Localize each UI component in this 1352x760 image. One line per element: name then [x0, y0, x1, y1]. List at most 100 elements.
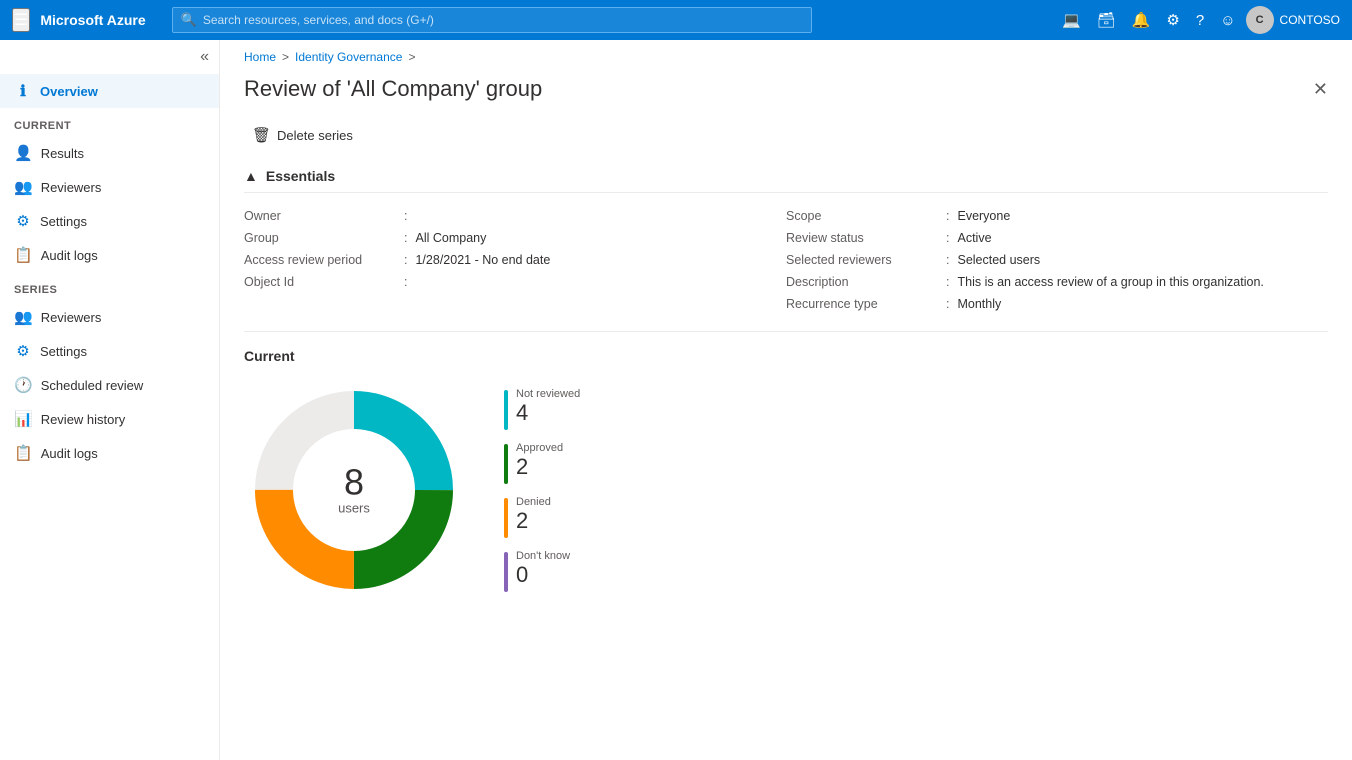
search-input[interactable]: [203, 13, 803, 27]
object-id-label: Object Id: [244, 275, 404, 289]
description-value: This is an access review of a group in t…: [957, 275, 1263, 289]
chart-legend: Not reviewed 4 Approved 2: [504, 388, 580, 592]
audit-logs-icon: 📋: [14, 246, 33, 264]
sidebar: « ℹ Overview Current 👤 Results 👥 Reviewe…: [0, 40, 220, 760]
selected-reviewers-sep: :: [946, 253, 949, 267]
group-sep: :: [404, 231, 407, 245]
sidebar-item-results[interactable]: 👤 Results: [0, 136, 219, 170]
topnav-icon-group: 💻 🗃 🔔 ⚙ ? ☺ C CONTOSO: [1056, 5, 1340, 35]
owner-label: Owner: [244, 209, 404, 223]
series-audit-logs-icon: 📋: [14, 444, 33, 462]
approved-bar: [504, 444, 508, 484]
sidebar-item-scheduled-review[interactable]: 🕐 Scheduled review: [0, 368, 219, 402]
help-button[interactable]: ?: [1190, 6, 1210, 35]
dont-know-value: 0: [516, 564, 570, 586]
sidebar-item-audit-logs[interactable]: 📋 Audit logs: [0, 238, 219, 272]
search-bar: 🔍: [172, 7, 812, 33]
essentials-grid: Owner : Group : All Company Access revie…: [244, 205, 1328, 315]
breadcrumb-identity-governance[interactable]: Identity Governance: [295, 50, 402, 64]
scope-label: Scope: [786, 209, 946, 223]
essentials-recurrence-type-row: Recurrence type : Monthly: [786, 293, 1328, 315]
essentials-header[interactable]: ▲ Essentials: [244, 160, 1328, 193]
essentials-description-row: Description : This is an access review o…: [786, 271, 1328, 293]
section-divider: [244, 331, 1328, 332]
sidebar-item-review-history-label: Review history: [41, 412, 126, 427]
description-label: Description: [786, 275, 946, 289]
scheduled-review-icon: 🕐: [14, 376, 33, 394]
access-review-period-value: 1/28/2021 - No end date: [415, 253, 550, 267]
approved-value: 2: [516, 456, 563, 478]
sidebar-item-series-settings-label: Settings: [40, 344, 87, 359]
dont-know-label: Don't know: [516, 550, 570, 562]
page-header: Review of 'All Company' group ✕: [220, 68, 1352, 118]
dont-know-content: Don't know 0: [516, 550, 570, 586]
top-navigation: ☰ Microsoft Azure 🔍 💻 🗃 🔔 ⚙ ? ☺ C CONTOS…: [0, 0, 1352, 40]
delete-series-button[interactable]: 🗑 Delete series: [244, 122, 361, 148]
current-section: Current: [220, 348, 1352, 600]
review-status-label: Review status: [786, 231, 946, 245]
access-review-period-sep: :: [404, 253, 407, 267]
sidebar-item-audit-logs-label: Audit logs: [41, 248, 98, 263]
chart-area: 8 users Not reviewed 4: [244, 380, 1328, 600]
approved-content: Approved 2: [516, 442, 563, 478]
review-status-value: Active: [957, 231, 991, 245]
page-title: Review of 'All Company' group: [244, 76, 542, 102]
sidebar-item-settings[interactable]: ⚙ Settings: [0, 204, 219, 238]
settings-button[interactable]: ⚙: [1160, 5, 1185, 35]
legend-dont-know: Don't know 0: [504, 550, 580, 592]
user-menu[interactable]: C CONTOSO: [1246, 6, 1340, 34]
review-status-sep: :: [946, 231, 949, 245]
feedback-button[interactable]: ☺: [1214, 6, 1241, 35]
scope-value: Everyone: [957, 209, 1010, 223]
group-label: Group: [244, 231, 404, 245]
settings-icon: ⚙: [14, 212, 32, 230]
sidebar-item-review-history[interactable]: 📊 Review history: [0, 402, 219, 436]
close-button[interactable]: ✕: [1313, 79, 1328, 100]
sidebar-item-overview[interactable]: ℹ Overview: [0, 74, 219, 108]
legend-approved: Approved 2: [504, 442, 580, 484]
sidebar-item-reviewers[interactable]: 👥 Reviewers: [0, 170, 219, 204]
not-reviewed-content: Not reviewed 4: [516, 388, 580, 424]
sidebar-current-section-label: Current: [0, 108, 219, 136]
sidebar-collapse-button[interactable]: «: [0, 40, 219, 74]
denied-label: Denied: [516, 496, 551, 508]
group-value: All Company: [415, 231, 486, 245]
results-icon: 👤: [14, 144, 33, 162]
access-review-period-label: Access review period: [244, 253, 404, 267]
notifications-button[interactable]: 🔔: [1126, 5, 1157, 35]
sidebar-item-series-reviewers[interactable]: 👥 Reviewers: [0, 300, 219, 334]
denied-content: Denied 2: [516, 496, 551, 532]
not-reviewed-value: 4: [516, 402, 580, 424]
breadcrumb-sep-1: >: [282, 50, 289, 64]
legend-not-reviewed: Not reviewed 4: [504, 388, 580, 430]
scope-sep: :: [946, 209, 949, 223]
donut-chart: 8 users: [244, 380, 464, 600]
recurrence-type-value: Monthly: [957, 297, 1001, 311]
sidebar-item-series-audit-logs-label: Audit logs: [41, 446, 98, 461]
sidebar-item-series-audit-logs[interactable]: 📋 Audit logs: [0, 436, 219, 470]
sidebar-item-series-settings[interactable]: ⚙ Settings: [0, 334, 219, 368]
selected-reviewers-value: Selected users: [957, 253, 1040, 267]
essentials-review-status-row: Review status : Active: [786, 227, 1328, 249]
directory-button[interactable]: 🗃: [1091, 5, 1122, 35]
essentials-right-col: Scope : Everyone Review status : Active …: [786, 205, 1328, 315]
essentials-group-row: Group : All Company: [244, 227, 786, 249]
reviewers-icon: 👥: [14, 178, 33, 196]
sidebar-series-section-label: Series: [0, 272, 219, 300]
essentials-section: ▲ Essentials Owner : Group : All Company: [220, 160, 1352, 315]
series-settings-icon: ⚙: [14, 342, 32, 360]
sidebar-item-results-label: Results: [41, 146, 84, 161]
hamburger-menu-button[interactable]: ☰: [12, 8, 30, 32]
denied-value: 2: [516, 510, 551, 532]
sidebar-item-overview-label: Overview: [40, 84, 98, 99]
sidebar-item-settings-label: Settings: [40, 214, 87, 229]
info-icon: ℹ: [14, 82, 32, 100]
essentials-left-col: Owner : Group : All Company Access revie…: [244, 205, 786, 315]
breadcrumb-home[interactable]: Home: [244, 50, 276, 64]
cloud-shell-button[interactable]: 💻: [1056, 5, 1087, 35]
review-history-icon: 📊: [14, 410, 33, 428]
selected-reviewers-label: Selected reviewers: [786, 253, 946, 267]
user-label: CONTOSO: [1280, 13, 1340, 27]
not-reviewed-bar: [504, 390, 508, 430]
denied-bar: [504, 498, 508, 538]
